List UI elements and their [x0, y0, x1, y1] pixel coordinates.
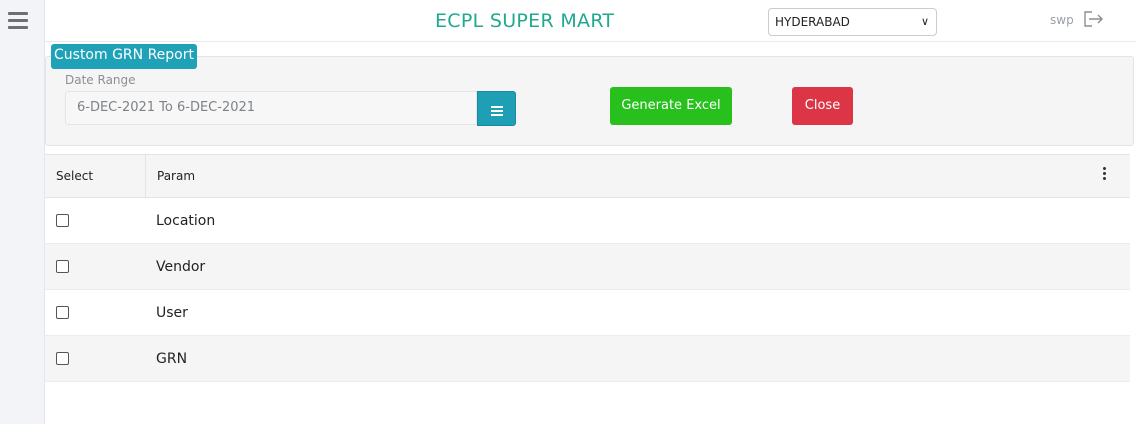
logout-icon[interactable]	[1083, 11, 1109, 29]
hamburger-menu-icon[interactable]	[8, 12, 28, 30]
row-checkbox[interactable]	[56, 306, 69, 319]
table-row: User	[45, 290, 1130, 336]
row-label: Vendor	[156, 259, 206, 275]
table-row: GRN	[45, 336, 1130, 382]
date-range-label: Date Range	[65, 73, 136, 87]
panel-title: Custom GRN Report	[51, 44, 197, 69]
column-header-param: Param	[157, 169, 196, 183]
list-icon	[491, 106, 503, 118]
generate-excel-button[interactable]: Generate Excel	[610, 87, 732, 125]
date-picker-button[interactable]	[477, 91, 516, 126]
column-divider	[145, 155, 146, 198]
chevron-down-icon: ∨	[920, 15, 929, 28]
column-header-select: Select	[56, 169, 94, 183]
table-row: Location	[45, 198, 1130, 244]
location-selected-value: HYDERABAD	[775, 15, 850, 29]
row-checkbox[interactable]	[56, 352, 69, 365]
row-label: GRN	[156, 351, 188, 367]
grid-header: Select Param	[45, 154, 1130, 198]
table-row: Vendor	[45, 244, 1130, 290]
sidebar	[0, 0, 45, 424]
brand-title: ECPL SUPER MART	[435, 10, 615, 32]
row-label: User	[156, 305, 188, 321]
close-button[interactable]: Close	[792, 87, 853, 125]
top-header: ECPL SUPER MART HYDERABAD ∨ swp	[45, 0, 1136, 42]
date-range-input[interactable]: 6-DEC-2021 To 6-DEC-2021	[65, 91, 477, 125]
param-grid: Select Param Location Vendor User GRN	[45, 154, 1130, 382]
user-name: swp	[1050, 13, 1074, 27]
row-checkbox[interactable]	[56, 260, 69, 273]
row-label: Location	[156, 213, 216, 229]
location-select[interactable]: HYDERABAD ∨	[768, 8, 937, 36]
kebab-menu-icon[interactable]	[1099, 167, 1109, 185]
row-checkbox[interactable]	[56, 214, 69, 227]
